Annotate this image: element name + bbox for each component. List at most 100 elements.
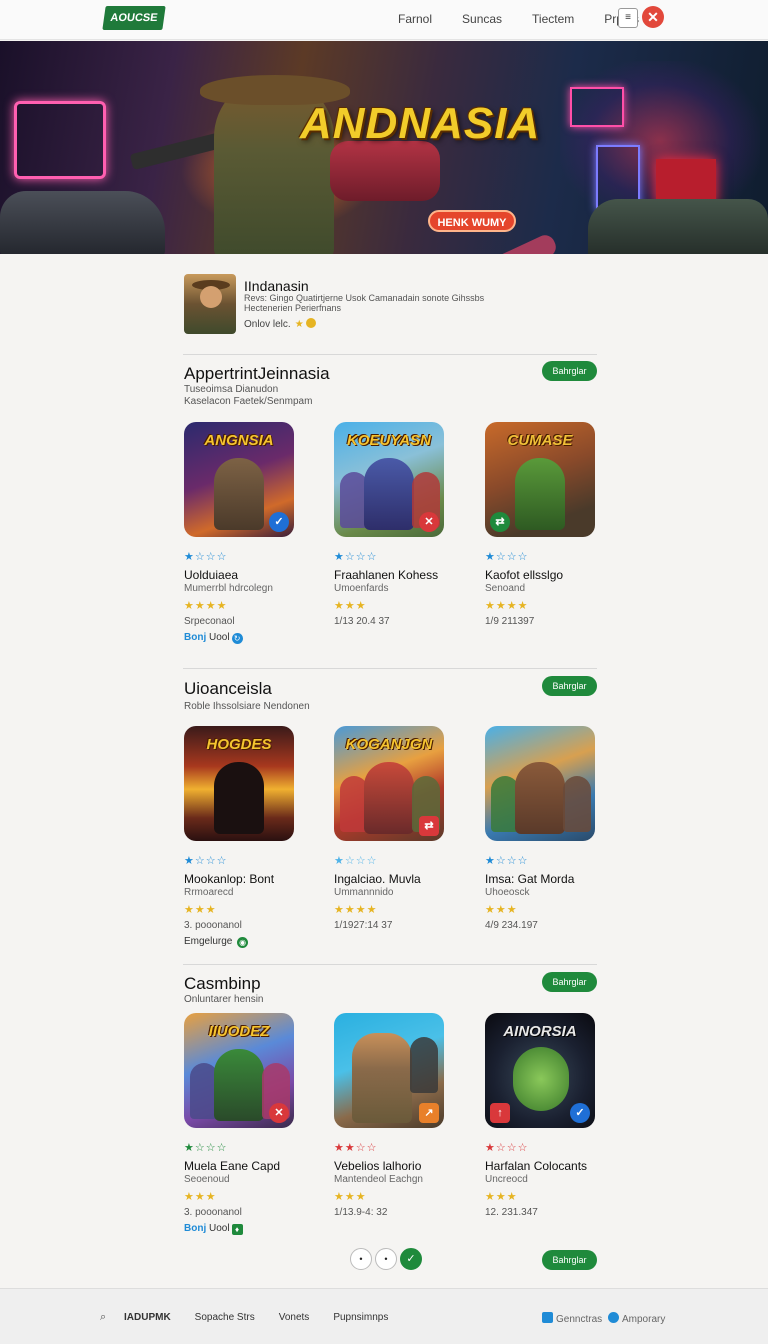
app-tag: Bonj Uool ♦ [184,1223,243,1235]
mini-stars: ★☆☆☆ [184,854,227,867]
mail-icon [542,1312,553,1323]
app-card[interactable]: HOGDES ★☆☆☆ Mookanlop: Bont Rrmoarecd ★★… [184,726,299,956]
app-tag: Bonj Uool ↻ [184,632,243,644]
site-logo[interactable]: AOUCSE [102,6,166,30]
coin-icon [305,318,316,328]
page-dot-1[interactable]: • [350,1248,372,1270]
page-dot-current[interactable]: ✓ [400,1248,422,1270]
app-card[interactable]: ANGNSIA ✓ ★☆☆☆ Uolduiaea Mumerrbl hdrcol… [184,422,299,652]
app-card[interactable]: ↗ ★★☆☆ Vebelios lalhorio Mantendeol Each… [334,1013,449,1243]
footer-link-3[interactable]: Vonets [279,1312,310,1323]
stars-text: ★☆☆☆ [184,855,228,867]
app-thumbnail[interactable]: HOGDES [184,726,294,841]
section-title: AppertrintJeinnasia [184,364,330,383]
app-name[interactable]: Kaofot ellsslgo [485,568,563,582]
app-thumbnail[interactable]: ANGNSIA ✓ [184,422,294,537]
stars-text: ★☆☆☆ [184,1142,228,1154]
app-thumbnail[interactable]: CUMASE ⇄ [485,422,595,537]
see-more-button[interactable]: Bahrglar [542,1250,597,1270]
app-thumbnail[interactable]: AINORSIA ↑ ✓ [485,1013,595,1128]
footer-link-1[interactable]: IADUPMK [124,1312,171,1323]
app-thumbnail[interactable] [485,726,595,841]
see-more-button[interactable]: Bahrglar [542,361,597,381]
app-card[interactable]: AINORSIA ↑ ✓ ★☆☆☆ Harfalan Colocants Unc… [485,1013,600,1243]
featured-face-shape [200,286,222,308]
rocket-illustration [480,231,560,254]
footer-link-2[interactable]: Sopache Strs [195,1312,255,1323]
action-icon: ↗ [419,1103,439,1123]
see-more-button[interactable]: Bahrglar [542,676,597,696]
stars-text: ★☆☆☆ [485,855,529,867]
featured-rating-label: Onlov lelc. [244,319,291,330]
app-thumbnail[interactable]: KOGANJGN ⇄ [334,726,444,841]
footer: ⌕ IADUPMK Sopache Strs Vonets Pupnsimnps… [0,1288,768,1344]
footer-link-4[interactable]: Pupnsimnps [333,1312,388,1323]
character-illustration [214,458,264,530]
stars-text: ★★☆☆ [334,1142,378,1154]
app-card[interactable]: CUMASE ⇄ ★☆☆☆ Kaofot ellsslgo Senoand ★★… [485,422,600,652]
rating-stars: ★★★ [184,1191,217,1203]
app-name[interactable]: Ingalciao. Muvla [334,872,421,886]
footer-right-link-2[interactable]: Amporary [608,1312,665,1325]
app-card[interactable]: IIUODEZ ✕ ★☆☆☆ Muela Eane Capd Seoenoud … [184,1013,299,1243]
character-portrait [352,1033,412,1123]
tag-icon: ♦ [231,1224,243,1235]
featured-app-description: Revs: Gingo Quatirtjerne Usok Camanadain… [244,293,485,313]
app-name[interactable]: Uolduiaea [184,568,238,582]
featured-app-icon[interactable] [184,274,236,334]
page-dot-2[interactable]: • [375,1248,397,1270]
app-name[interactable]: Muela Eane Capd [184,1159,280,1173]
footer-right-label-1: Gennctras [556,1314,603,1325]
close-icon[interactable]: ✕ [642,6,664,28]
section-title: Casmbinp [184,974,261,993]
app-name[interactable]: Harfalan Colocants [485,1159,587,1173]
app-developer: Mantendeol Eachgn [334,1174,423,1185]
app-meta: 3. pooonanol [184,920,242,931]
hero-cta-button[interactable]: HENK WUMY [428,210,516,232]
thumbnail-title: CUMASE [507,432,573,449]
nav-link-1[interactable]: Farnol [398,12,432,26]
app-thumbnail[interactable]: KOEUYASN ✕ [334,422,444,537]
app-card[interactable]: ★☆☆☆ Imsa: Gat Morda Uhoeosck ★★★ 4/9 23… [485,726,600,956]
thumbnail-title: IIUODEZ [208,1023,270,1040]
stars-text: ★☆☆☆ [184,551,228,563]
action-icon: ✕ [419,512,439,532]
app-developer: Rrmoarecd [184,887,234,898]
mini-stars: ★☆☆☆ [334,854,377,867]
search-icon[interactable]: ⌕ [100,1311,106,1324]
nav-link-3[interactable]: Tiectem [532,12,574,26]
app-name[interactable]: Fraahlanen Kohess [334,568,438,582]
verified-icon: ✓ [570,1103,590,1123]
character-portrait [410,1037,438,1093]
rating-stars: ★★★★ [334,904,378,916]
app-thumbnail[interactable]: ↗ [334,1013,444,1128]
character-illustration [515,458,565,530]
thumbnail-title: KOEUYASN [347,432,431,449]
rating-stars: ★★★ [485,1191,518,1203]
app-card[interactable]: KOGANJGN ⇄ ★☆☆☆ Ingalciao. Muvla Ummannn… [334,726,449,956]
rating-stars: ★★★ [184,904,217,916]
tag-highlight: Bonj [184,632,207,643]
section-subtitle-2: Kaselacon Faetek/Senmpam [184,396,313,407]
hero-banner[interactable]: ANDNASIA HENK WUMY [0,41,768,254]
see-more-button[interactable]: Bahrglar [542,972,597,992]
character-illustration [214,1049,264,1121]
app-name[interactable]: Vebelios lalhorio [334,1159,421,1173]
rating-stars: ★★★ [334,1191,367,1203]
menu-icon[interactable]: ≡ [618,8,638,28]
app-thumbnail[interactable]: IIUODEZ ✕ [184,1013,294,1128]
app-card[interactable]: KOEUYASN ✕ ★☆☆☆ Fraahlanen Kohess Umoenf… [334,422,449,652]
mini-stars: ★☆☆☆ [184,550,227,563]
verified-icon: ✓ [269,512,289,532]
featured-app-title[interactable]: IIndanasin [244,278,309,294]
app-name[interactable]: Imsa: Gat Morda [485,872,574,886]
footer-right-label-2: Amporary [622,1314,666,1325]
app-name[interactable]: Mookanlop: Bont [184,872,274,886]
thumbnail-title: HOGDES [206,736,272,753]
app-meta: 1/9 211397 [485,616,535,627]
character-illustration [364,458,414,530]
app-meta: 12. 231.347 [485,1207,538,1218]
mini-stars: ★☆☆☆ [485,550,528,563]
nav-link-2[interactable]: Suncas [462,12,502,26]
footer-right-link-1[interactable]: Gennctras [542,1312,602,1325]
